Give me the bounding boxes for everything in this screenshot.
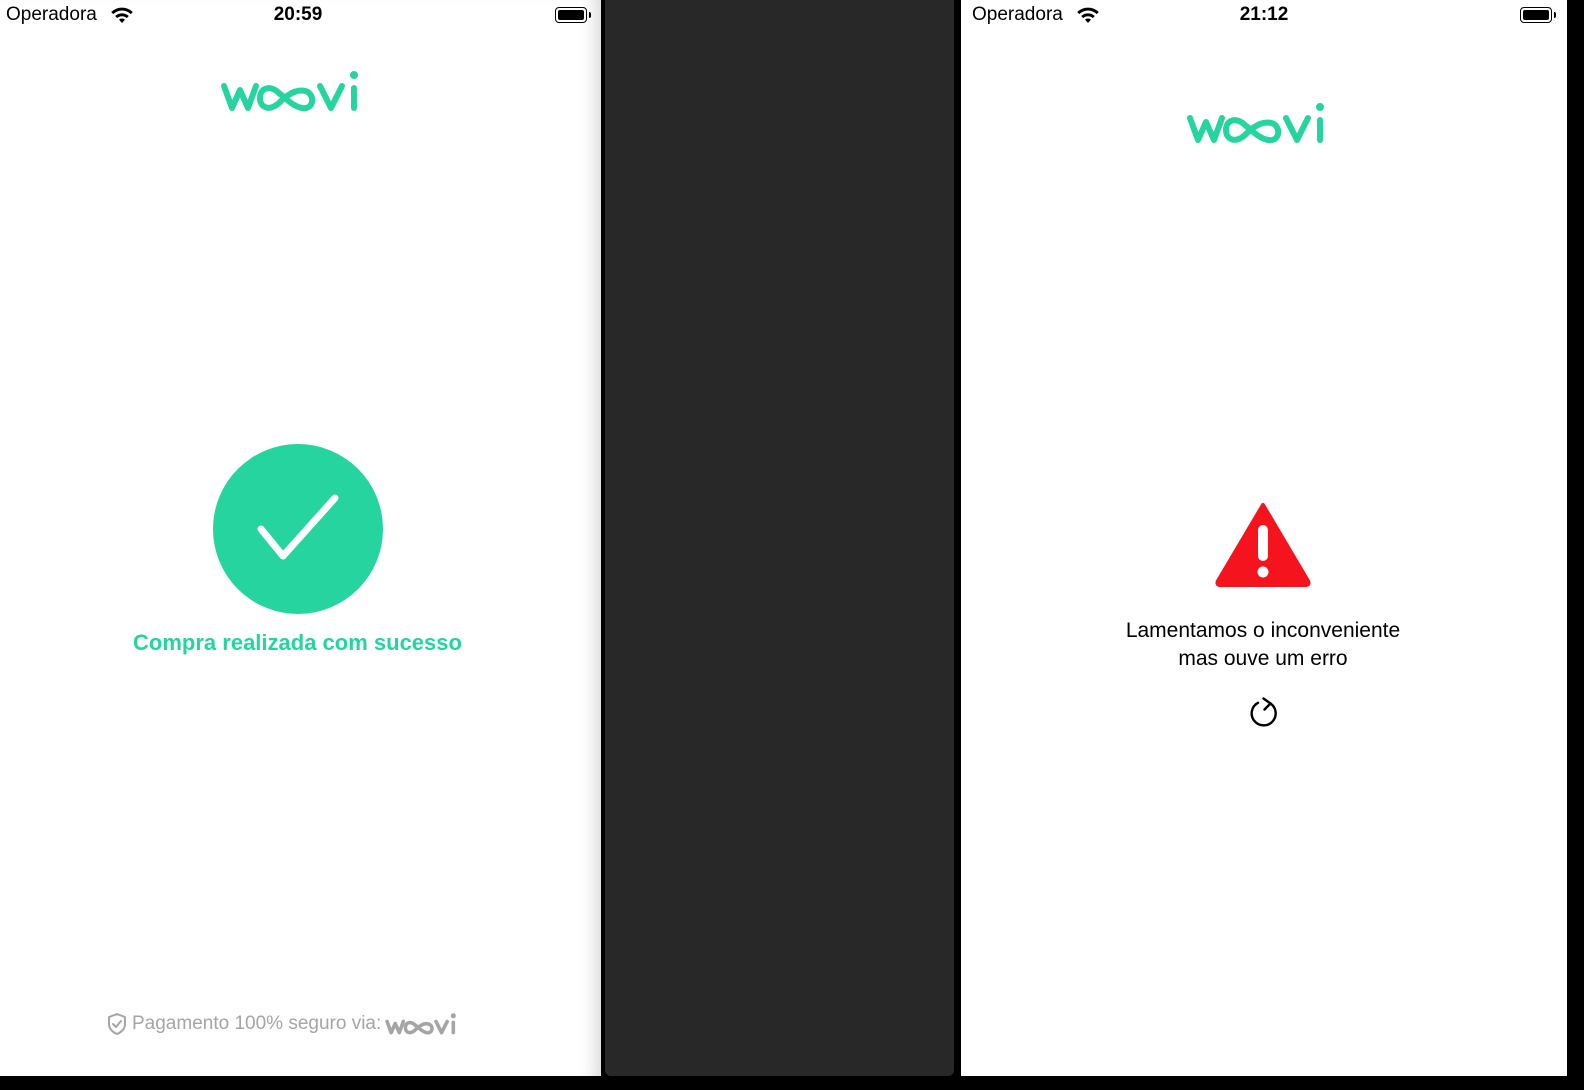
carrier-label: Operadora [6, 4, 97, 25]
secure-payment-footer: Pagamento 100% seguro via: [106, 1010, 463, 1038]
success-message: Compra realizada com sucesso [133, 630, 462, 655]
success-screen: Operadora 20:59 Compra realizada com suc… [0, 0, 601, 1076]
wifi-icon [111, 7, 133, 23]
battery-icon [555, 7, 591, 23]
status-bar: Operadora 21:12 [961, 0, 1567, 32]
simulator-divider [605, 0, 954, 1076]
shield-check-icon [108, 1013, 126, 1035]
error-message-line1: Lamentamos o inconveniente [1125, 619, 1401, 642]
check-circle-icon [213, 444, 383, 614]
footer-text: Pagamento 100% seguro via: [132, 1013, 382, 1034]
carrier-label: Operadora [972, 4, 1063, 25]
battery-icon [1520, 7, 1556, 23]
error-message-line2: mas ouve um erro [1178, 647, 1348, 670]
woovi-logo [385, 1013, 457, 1035]
clock: 20:59 [273, 4, 323, 25]
status-bar: Operadora 20:59 [0, 0, 601, 32]
warning-triangle-icon [1215, 503, 1311, 587]
woovi-logo [1187, 103, 1324, 144]
error-message: Lamentamos o inconveniente mas ouve um e… [961, 617, 1565, 673]
clock: 21:12 [1239, 4, 1289, 25]
woovi-logo [221, 71, 358, 112]
refresh-icon[interactable] [1246, 696, 1282, 732]
wifi-icon [1077, 7, 1099, 23]
